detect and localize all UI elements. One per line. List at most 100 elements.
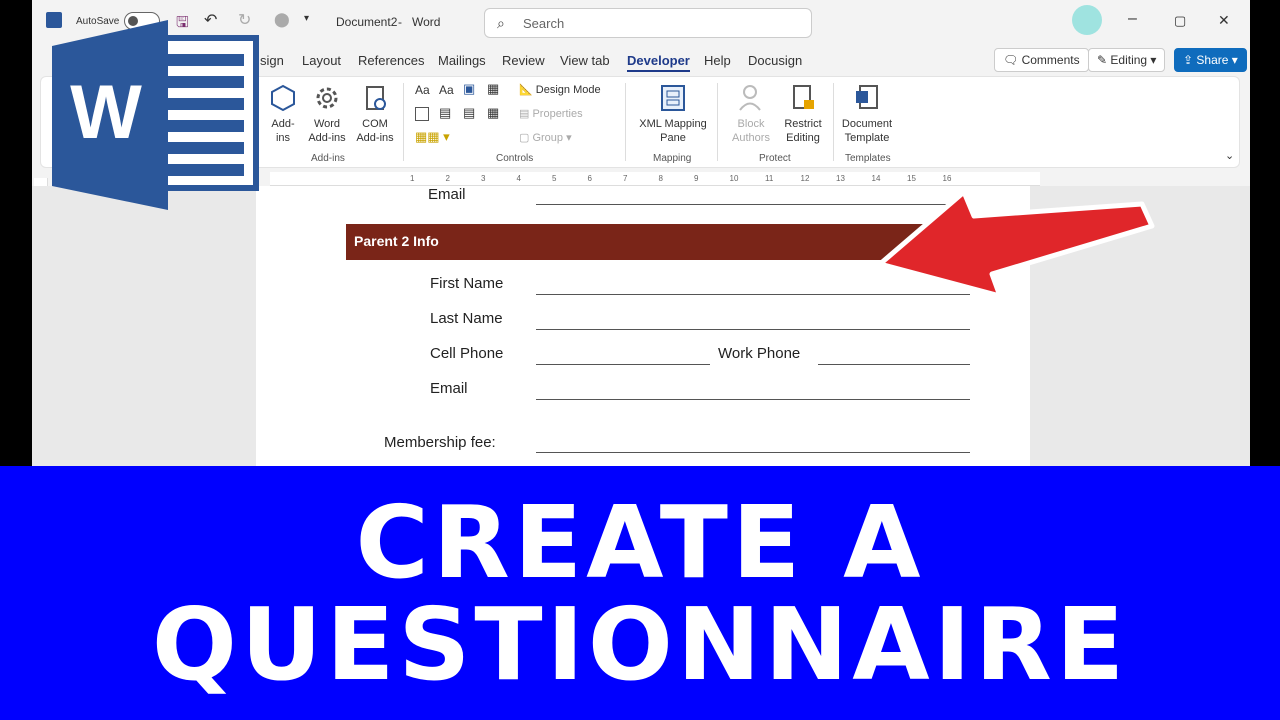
- customize-qat-icon[interactable]: ▾: [304, 13, 309, 24]
- red-arrow-icon: [877, 190, 1155, 299]
- editing-button[interactable]: ✎ Editing ▾: [1088, 48, 1166, 72]
- title-separator: -: [398, 15, 402, 29]
- pencil-icon: ✎: [1097, 53, 1111, 67]
- com-add-ins-button[interactable]: COM Add-ins: [353, 83, 397, 145]
- tab-developer[interactable]: Developer: [627, 53, 690, 72]
- banner-line-2: QUESTIONNAIRE: [151, 586, 1129, 703]
- ruler-tick-label: 11: [765, 174, 774, 183]
- ruler-tick-label: 4: [516, 174, 521, 183]
- group-icon: ▢: [519, 132, 533, 144]
- controls-group-label: Controls: [496, 153, 534, 164]
- last-name-line[interactable]: [536, 329, 970, 330]
- share-icon: ⇪: [1183, 53, 1197, 67]
- minimize-button[interactable]: –: [1128, 10, 1137, 28]
- document-gear-icon: [366, 86, 386, 110]
- combo-box-icon[interactable]: ▤: [439, 105, 451, 121]
- design-mode-label: Design Mode: [535, 84, 601, 96]
- section-header: Parent 2 Info: [346, 224, 956, 260]
- legacy-tools-icon[interactable]: ▦▦ ▾: [415, 129, 450, 145]
- tab-layout[interactable]: Layout: [302, 53, 341, 68]
- comments-label: Comments: [1021, 53, 1080, 67]
- dropdown-list-icon[interactable]: ▤: [463, 105, 475, 121]
- block-authors-label: Block Authors: [732, 118, 770, 144]
- date-picker-icon[interactable]: ▦: [487, 105, 499, 121]
- properties-icon: ▤: [519, 108, 533, 120]
- separator: [403, 83, 404, 161]
- rich-text-control[interactable]: Aa: [415, 83, 430, 97]
- protect-group-label: Protect: [759, 153, 791, 164]
- record-icon[interactable]: ⬤: [274, 11, 290, 28]
- separator: [833, 83, 834, 161]
- banner-line-1: CREATE A: [355, 484, 925, 601]
- mapping-group-label: Mapping: [653, 153, 692, 164]
- word-template-icon: [856, 85, 878, 109]
- horizontal-ruler: 1 2 3 4 5 6 7 8 9 10 11 12 13 14 15 16: [270, 172, 1040, 186]
- membership-fee-label: Membership fee:: [384, 434, 496, 451]
- word-logo-icon: W: [52, 20, 259, 210]
- work-phone-line[interactable]: [818, 364, 970, 365]
- document-template-label: Document Template: [841, 118, 893, 144]
- ruler-tick-label: 15: [907, 174, 916, 183]
- picture-control-icon[interactable]: ▣: [463, 81, 475, 97]
- checkbox-control[interactable]: [415, 107, 429, 121]
- design-mode-button[interactable]: 📐 Design Mode: [519, 83, 601, 96]
- work-phone-label: Work Phone: [718, 345, 801, 362]
- restrict-editing-label: Restrict Editing: [784, 118, 822, 144]
- section-title: Parent 2 Info: [354, 233, 439, 249]
- chevron-down-icon: ▾: [563, 132, 572, 144]
- xml-mapping-label: XML Mapping Pane: [639, 118, 707, 144]
- ruler-tick-label: 6: [587, 174, 592, 183]
- document-template-button[interactable]: Document Template: [837, 83, 897, 145]
- person-block-icon: [739, 85, 761, 111]
- add-ins-label: Add-ins: [271, 118, 295, 144]
- templates-group-label: Templates: [845, 153, 891, 164]
- comments-button[interactable]: 🗨 Comments: [994, 48, 1089, 72]
- share-button[interactable]: ⇪ Share ▾: [1174, 48, 1247, 72]
- word-add-ins-button[interactable]: Word Add-ins: [305, 83, 349, 145]
- add-ins-group-label: Add-ins: [311, 153, 345, 164]
- block-authors-button[interactable]: Block Authors: [729, 83, 773, 145]
- ruler-tick-label: 9: [694, 174, 699, 183]
- collapse-ribbon-icon[interactable]: ⌄: [1225, 149, 1234, 162]
- membership-fee-line[interactable]: [536, 452, 970, 453]
- tab-help[interactable]: Help: [704, 53, 731, 68]
- properties-button[interactable]: ▤ Properties: [519, 107, 583, 120]
- restore-button[interactable]: ▢: [1174, 13, 1186, 29]
- xml-mapping-icon: [661, 85, 685, 111]
- properties-label: Properties: [532, 108, 583, 120]
- close-button[interactable]: ✕: [1218, 12, 1230, 29]
- cell-phone-line[interactable]: [536, 364, 710, 365]
- avatar[interactable]: [1072, 5, 1102, 35]
- xml-mapping-pane-button[interactable]: XML Mapping Pane: [633, 83, 713, 145]
- tab-view[interactable]: View tab: [560, 53, 610, 68]
- building-block-icon[interactable]: ▦: [487, 81, 499, 97]
- hexagon-icon: [271, 84, 295, 112]
- chevron-down-icon: ▾: [1228, 53, 1238, 67]
- cell-phone-label: Cell Phone: [430, 345, 504, 362]
- ruler-tick-label: 7: [623, 174, 628, 183]
- group-button[interactable]: ▢ Group ▾: [519, 131, 572, 144]
- ruler-tick-label: 3: [481, 174, 486, 183]
- chevron-down-icon: ▾: [1147, 53, 1157, 67]
- email-label: Email: [428, 186, 466, 203]
- gear-icon: [316, 87, 338, 109]
- document-lock-icon: [793, 85, 814, 109]
- tab-review[interactable]: Review: [502, 53, 545, 68]
- search-placeholder: Search: [523, 16, 565, 31]
- email-line[interactable]: [536, 399, 970, 400]
- search-icon: ⌕: [497, 15, 505, 31]
- tab-docusign[interactable]: Docusign: [748, 53, 802, 68]
- tab-mailings[interactable]: Mailings: [438, 53, 486, 68]
- search-box[interactable]: ⌕ Search: [484, 8, 812, 38]
- design-mode-icon: 📐: [519, 84, 536, 96]
- add-ins-button[interactable]: Add-ins: [263, 83, 303, 145]
- editing-label: Editing: [1110, 53, 1148, 67]
- tab-references[interactable]: References: [358, 53, 424, 68]
- restrict-editing-button[interactable]: Restrict Editing: [779, 83, 827, 145]
- ruler-tick-label: 12: [800, 174, 810, 183]
- word-logo-letter: W: [70, 70, 142, 155]
- separator: [625, 83, 626, 161]
- ruler-ticks: 1 2 3 4 5 6 7 8 9 10 11 12 13 14 15 16: [270, 172, 1040, 186]
- app-name: Word: [412, 15, 441, 29]
- plain-text-control[interactable]: Aa: [439, 83, 454, 97]
